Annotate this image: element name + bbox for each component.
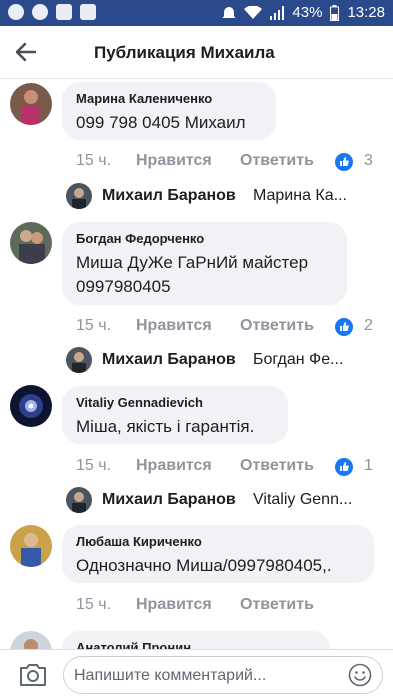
like-button[interactable]: Нравится — [136, 317, 212, 335]
reply-author[interactable]: Михаил Баранов — [102, 187, 236, 205]
camera-icon — [20, 664, 46, 686]
notification-icons — [8, 4, 96, 20]
comment-composer — [0, 649, 393, 700]
comment-author[interactable]: Vitaliy Gennadievich — [76, 395, 274, 410]
comment-time: 15 ч. — [76, 317, 112, 334]
comment-bubble[interactable]: Богдан Федорченко Миша ДуЖе ГаРнИй майст… — [62, 222, 347, 305]
header-bar: Публикация Михаила — [0, 26, 393, 79]
like-count: 1 — [364, 457, 373, 474]
battery-icon — [330, 4, 340, 21]
comment-input-wrapper — [63, 656, 383, 694]
like-count: 3 — [364, 152, 373, 169]
arrow-left-icon — [16, 43, 36, 61]
reply-author[interactable]: Михаил Баранов — [102, 491, 236, 509]
avatar[interactable] — [10, 385, 52, 427]
reply-text: Богдан Фе... — [253, 351, 344, 368]
wifi-icon — [244, 5, 263, 19]
signal-icon — [270, 5, 285, 20]
avatar[interactable] — [10, 83, 52, 125]
like-button[interactable]: Нравится — [136, 596, 212, 614]
comment-text: Миша ДуЖе ГаРнИй майстер 0997980405 — [76, 253, 309, 296]
alarm-icon — [222, 6, 236, 18]
comment-text: Міша, якість і гарантія. — [76, 417, 255, 436]
comment-author[interactable]: Марина Калениченко — [76, 91, 262, 106]
avatar — [66, 183, 92, 209]
comment-bubble[interactable]: Vitaliy Gennadievich Міша, якість і гара… — [62, 386, 288, 444]
comment-text: 099 798 0405 Михаил — [76, 113, 246, 132]
system-icons: 43% 13:28 — [222, 4, 385, 21]
avatar — [66, 347, 92, 373]
reply-author[interactable]: Михаил Баранов — [102, 351, 236, 369]
smiley-icon — [348, 663, 372, 687]
emoji-button[interactable] — [348, 663, 372, 687]
comments-feed[interactable]: Марина Калениченко 099 798 0405 Михаил 1… — [0, 79, 393, 649]
like-icon[interactable] — [335, 153, 353, 171]
comment-bubble[interactable]: Марина Калениченко 099 798 0405 Михаил — [62, 82, 276, 140]
reply-button[interactable]: Ответить — [240, 457, 314, 475]
reply-button[interactable]: Ответить — [240, 317, 314, 335]
like-button[interactable]: Нравится — [136, 457, 212, 475]
reply-text: Vitaliy Genn... — [253, 491, 353, 508]
comment-time: 15 ч. — [76, 152, 112, 169]
comment-time: 15 ч. — [76, 596, 112, 613]
like-button[interactable]: Нравится — [136, 152, 212, 170]
back-button[interactable] — [10, 36, 42, 68]
avatar[interactable] — [10, 222, 52, 264]
viber-icon — [32, 4, 48, 20]
status-bar: 43% 13:28 — [0, 0, 393, 26]
page-title: Публикация Михаила — [94, 43, 275, 62]
comment-author[interactable]: Анатолий Пронин — [76, 640, 316, 649]
like-icon[interactable] — [335, 458, 353, 476]
like-icon[interactable] — [335, 318, 353, 336]
facebook-icon — [80, 4, 96, 20]
reply-text: Марина Ка... — [253, 187, 347, 204]
avatar[interactable] — [10, 525, 52, 567]
flipboard-icon — [56, 4, 72, 20]
reply-button[interactable]: Ответить — [240, 596, 314, 614]
avatar[interactable] — [10, 631, 52, 649]
comment-bubble[interactable]: Анатолий Пронин — [62, 631, 330, 649]
reply-button[interactable]: Ответить — [240, 152, 314, 170]
comment-author[interactable]: Любаша Кириченко — [76, 534, 360, 549]
camera-button[interactable] — [18, 662, 48, 688]
comment-time: 15 ч. — [76, 457, 112, 474]
avatar — [66, 487, 92, 513]
comment-bubble[interactable]: Любаша Кириченко Однозначно Миша/0997980… — [62, 525, 374, 583]
comment-author[interactable]: Богдан Федорченко — [76, 231, 333, 246]
clock: 13:28 — [347, 4, 385, 21]
battery-percent: 43% — [292, 4, 323, 21]
comment-input[interactable] — [72, 664, 336, 688]
messenger-icon — [8, 4, 24, 20]
like-count: 2 — [364, 317, 373, 334]
comment-text: Однозначно Миша/0997980405,. — [76, 556, 332, 575]
